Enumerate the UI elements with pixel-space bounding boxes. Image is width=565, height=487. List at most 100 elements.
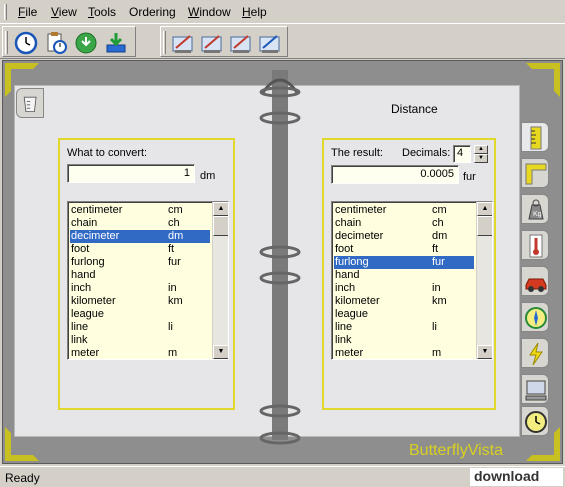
car-speed-icon: [525, 278, 547, 292]
menu-window[interactable]: Window: [188, 5, 231, 19]
list-item[interactable]: decimeter dm: [70, 230, 210, 243]
convert-from-list[interactable]: centimeter cm chain ch decimeter dm foot ft furl…: [67, 201, 229, 360]
unit-name: link: [71, 334, 88, 346]
unit-abbr: ch: [168, 217, 180, 229]
unit-name: inch: [335, 282, 356, 294]
tab-distance[interactable]: [521, 122, 549, 152]
unit-abbr: fur: [168, 256, 181, 268]
list-item[interactable]: chain ch: [334, 217, 474, 230]
unit-name: hand: [71, 269, 96, 281]
list-item[interactable]: hand: [334, 269, 474, 282]
toolbar-group-main: [2, 26, 136, 57]
tab-data[interactable]: [521, 374, 549, 404]
unit-name: kilometer: [335, 295, 380, 307]
unit-abbr: li: [432, 321, 437, 333]
clock-icon[interactable]: [13, 30, 39, 56]
list-item[interactable]: kilometer km: [334, 295, 474, 308]
list-item[interactable]: meter m: [70, 347, 210, 359]
download-icon[interactable]: [103, 30, 129, 56]
unit-name: meter: [335, 347, 364, 359]
list-item[interactable]: link: [334, 334, 474, 347]
update-globe-icon[interactable]: [73, 30, 99, 56]
menu-bar: File View Tools Ordering Window Help: [0, 0, 565, 24]
list-item[interactable]: furlong fur: [70, 256, 210, 269]
list-item[interactable]: inch in: [334, 282, 474, 295]
tab-measuring-cup[interactable]: [16, 88, 44, 118]
timer-clipboard-icon[interactable]: [43, 30, 69, 56]
toolbar-group-converters: [160, 26, 288, 57]
unit-abbr: m: [432, 347, 442, 359]
list-item[interactable]: link: [70, 334, 210, 347]
list-item[interactable]: chain ch: [70, 217, 210, 230]
unit-abbr: cm: [168, 204, 183, 216]
list-item[interactable]: foot ft: [334, 243, 474, 256]
list-item[interactable]: decimeter dm: [334, 230, 474, 243]
binder-ring: [259, 245, 301, 259]
scroll-thumb[interactable]: [213, 216, 228, 236]
result-label: The result:: [331, 147, 383, 159]
svg-text:Kg: Kg: [533, 211, 542, 218]
menu-ordering[interactable]: Ordering: [129, 5, 176, 19]
thermometer-icon: [529, 234, 543, 258]
list-item[interactable]: foot ft: [70, 243, 210, 256]
converter-icon-1[interactable]: [170, 30, 196, 56]
tab-area[interactable]: [521, 158, 549, 188]
scrollbar[interactable]: ▲ ▼: [476, 202, 492, 359]
unit-name: centimeter: [335, 204, 387, 216]
list-item[interactable]: centimeter cm: [70, 204, 210, 217]
list-item[interactable]: line li: [334, 321, 474, 334]
scrollbar[interactable]: ▲ ▼: [212, 202, 228, 359]
toolbar-grip: [163, 31, 166, 54]
result-unit: fur: [463, 171, 476, 183]
list-item[interactable]: furlong fur: [334, 256, 474, 269]
tab-temperature[interactable]: [521, 230, 549, 260]
list-item[interactable]: line li: [70, 321, 210, 334]
converter-icon-3[interactable]: [228, 30, 254, 56]
converter-icon-4[interactable]: [257, 30, 283, 56]
unit-abbr: li: [168, 321, 173, 333]
converter-icon-2[interactable]: [199, 30, 225, 56]
unit-name: line: [71, 321, 89, 333]
result-panel: The result: Decimals: 4 ▲ ▼ 0.0005 fur c…: [322, 138, 496, 410]
binder-ring: [259, 111, 301, 125]
menu-tools[interactable]: Tools: [88, 5, 116, 19]
scroll-up-button[interactable]: ▲: [477, 202, 492, 216]
unit-name: link: [335, 334, 352, 346]
list-item[interactable]: centimeter cm: [334, 204, 474, 217]
result-unit-list[interactable]: centimeter cm chain ch decimeter dm foot ft furl…: [331, 201, 493, 360]
unit-name: furlong: [71, 256, 105, 268]
tab-speed[interactable]: [521, 266, 549, 296]
menu-file[interactable]: File: [18, 5, 37, 19]
decimals-up-button[interactable]: ▲: [474, 145, 488, 154]
scroll-down-button[interactable]: ▼: [477, 345, 492, 359]
binder-ring: [259, 78, 301, 98]
unit-name: meter: [71, 347, 100, 359]
decimals-input[interactable]: 4: [453, 145, 471, 163]
unit-name: chain: [335, 217, 362, 229]
list-item[interactable]: inch in: [70, 282, 210, 295]
unit-name: hand: [335, 269, 360, 281]
category-title: Distance: [391, 102, 438, 116]
list-item[interactable]: league: [70, 308, 210, 321]
unit-abbr: in: [168, 282, 177, 294]
tab-energy[interactable]: [521, 338, 549, 368]
tab-time[interactable]: [521, 406, 549, 436]
decimals-spinner[interactable]: ▲ ▼: [474, 145, 488, 163]
corner-decoration: [526, 63, 560, 97]
compass-icon: [525, 307, 547, 329]
decimals-down-button[interactable]: ▼: [474, 154, 488, 163]
list-item[interactable]: league: [334, 308, 474, 321]
menu-view[interactable]: View: [51, 5, 77, 19]
tab-angle[interactable]: [521, 302, 549, 332]
watermark: download: [470, 468, 563, 486]
list-item[interactable]: meter m: [334, 347, 474, 359]
list-item[interactable]: kilometer km: [70, 295, 210, 308]
menu-help[interactable]: Help: [242, 5, 267, 19]
scroll-up-button[interactable]: ▲: [213, 202, 228, 216]
unit-abbr: cm: [432, 204, 447, 216]
scroll-down-button[interactable]: ▼: [213, 345, 228, 359]
scroll-thumb[interactable]: [477, 216, 492, 236]
list-item[interactable]: hand: [70, 269, 210, 282]
convert-value-input[interactable]: 1: [67, 164, 195, 183]
tab-weight[interactable]: Kg: [521, 194, 549, 224]
